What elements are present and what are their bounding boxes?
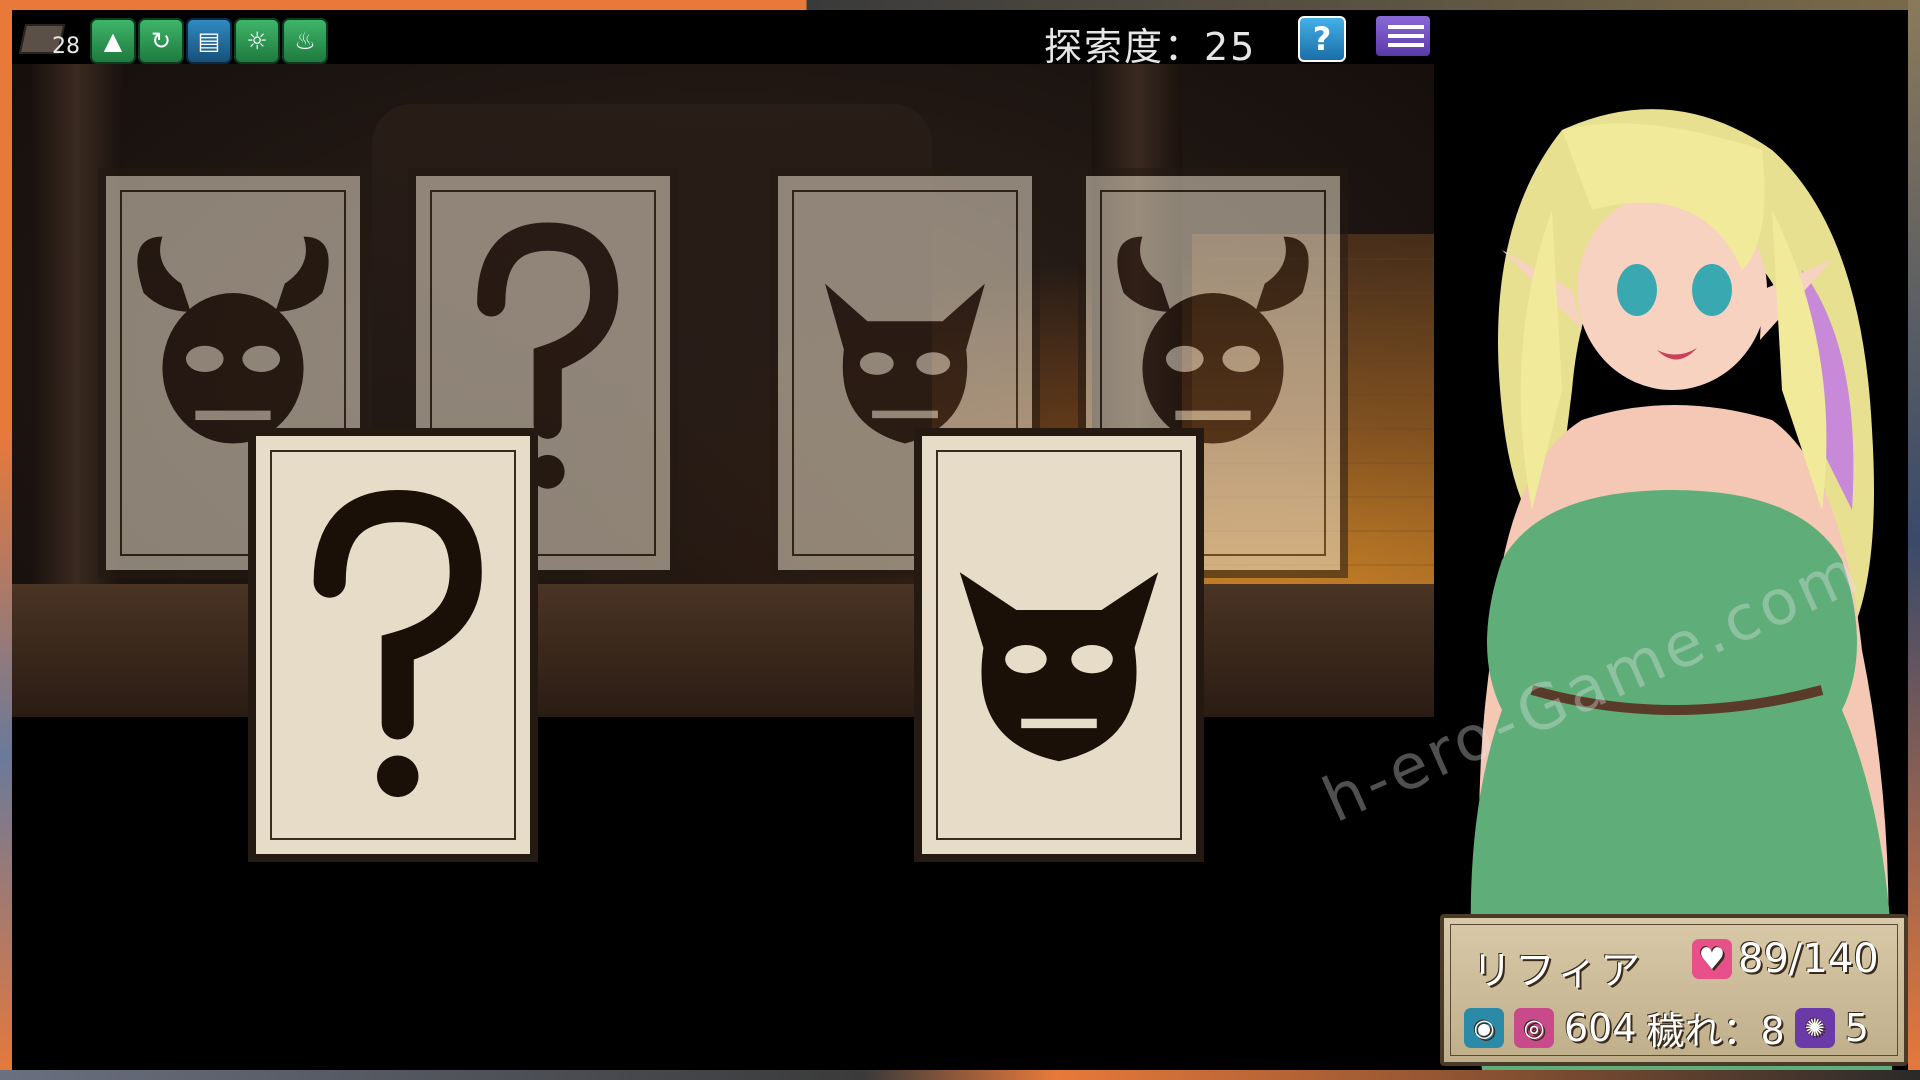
status-row: ◉ ◎ 604 穢れ：8 ✺ 5: [1464, 1000, 1869, 1055]
window-frame-left: [0, 0, 12, 1080]
character-status-panel: リフィア ♥ 89/140 ◉ ◎ 604 穢れ：8 ✺ 5: [1440, 914, 1908, 1066]
help-button[interactable]: ?: [1298, 16, 1346, 62]
window-frame-bottom: [0, 1070, 1920, 1080]
window-frame-top: [0, 0, 1920, 10]
flame-icon[interactable]: ♨: [282, 18, 328, 64]
top-hud: 28 ▲ ↻ ▤ ☼ ♨ 探索度：25 ?: [12, 10, 1908, 69]
corruption-value: 穢れ：8: [1646, 1009, 1785, 1053]
coin-icon: ◎: [1514, 1007, 1554, 1048]
window-frame-right: [1908, 0, 1920, 1080]
sun-icon[interactable]: ☼: [234, 18, 280, 64]
level-value: 5: [1844, 1005, 1869, 1050]
spellbook-icon[interactable]: ▤: [186, 18, 232, 64]
swirl-icon[interactable]: ↻: [138, 18, 184, 64]
menu-button[interactable]: [1376, 16, 1430, 56]
deck-counter[interactable]: 28: [18, 16, 80, 59]
witch-hat-icon[interactable]: ▲: [90, 18, 136, 64]
demon-skull-icon: [959, 572, 1159, 762]
dungeon-floor: [12, 584, 1434, 717]
deck-count: 28: [52, 34, 80, 59]
heart-icon: ♥: [1692, 939, 1732, 979]
card-front-mystery[interactable]: [248, 428, 538, 862]
hp-display: ♥ 89/140: [1692, 936, 1879, 982]
game-screen: 28 ▲ ↻ ▤ ☼ ♨ 探索度：25 ? h-ero-Game.com リフィ…: [12, 10, 1908, 1070]
character-name: リフィア: [1472, 948, 1644, 994]
hp-value: 89/140: [1738, 936, 1879, 982]
question-mark-icon: [313, 490, 482, 798]
card-front-enemy[interactable]: [914, 428, 1204, 862]
menu-list-icon: [1396, 25, 1424, 29]
gold-value: 604: [1564, 1005, 1637, 1050]
exploration-level: 探索度：25: [1044, 25, 1257, 69]
bag-icon: ◉: [1464, 1007, 1504, 1048]
level-icon: ✺: [1794, 1007, 1835, 1048]
